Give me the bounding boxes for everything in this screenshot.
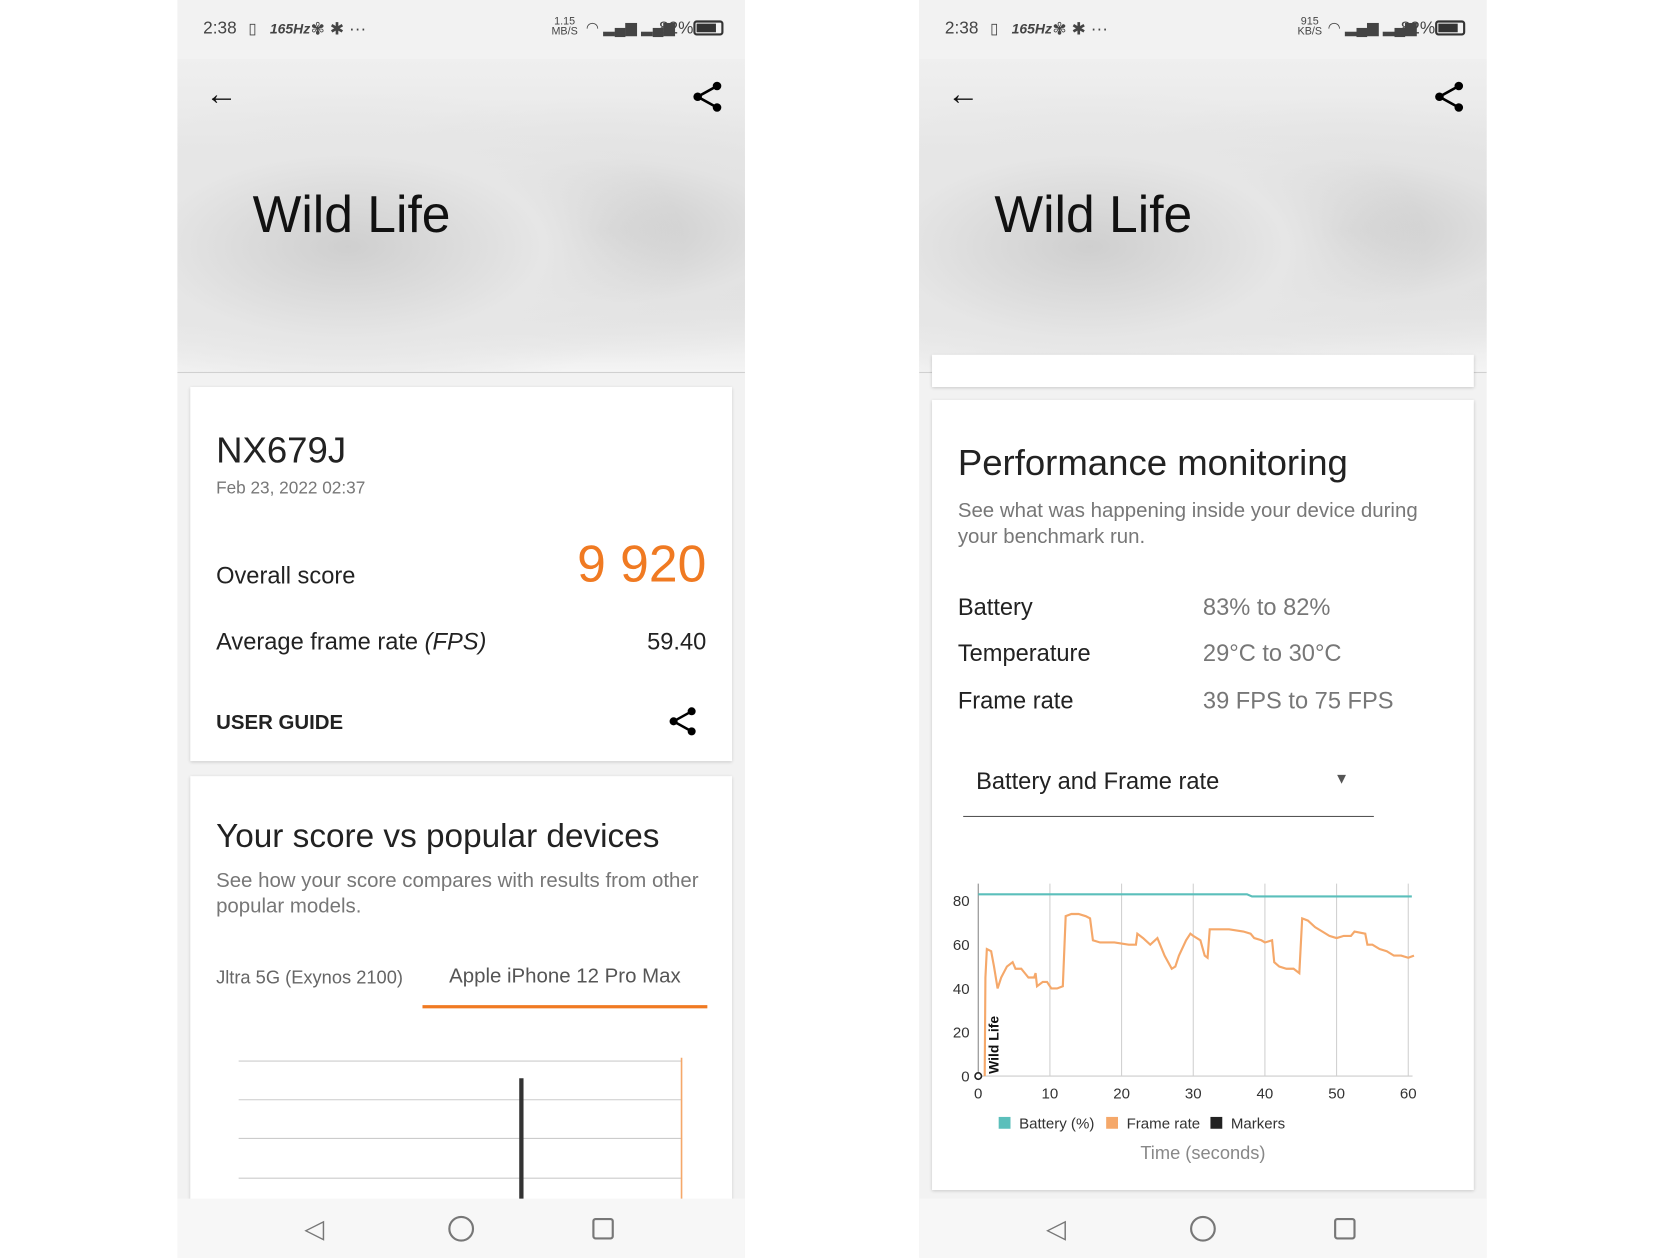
x-tick-label: 40 bbox=[1257, 1086, 1274, 1103]
overall-score-label: Overall score bbox=[216, 562, 356, 590]
battery-percent: 82% bbox=[1400, 19, 1436, 38]
nav-bar: ◁ bbox=[177, 1198, 745, 1258]
nav-home-icon[interactable] bbox=[448, 1215, 475, 1242]
fps-value: 59.40 bbox=[647, 627, 707, 655]
fps-label-text: Average frame rate bbox=[216, 627, 425, 655]
y-tick-label: 0 bbox=[961, 1068, 969, 1085]
legend-swatch bbox=[998, 1116, 1011, 1129]
header-image: ← Wild Life bbox=[919, 59, 1487, 374]
back-arrow-icon[interactable]: ← bbox=[205, 76, 237, 113]
page-title: Wild Life bbox=[252, 187, 451, 245]
framerate-line bbox=[983, 912, 1415, 1077]
performance-chart: 0 10 20 30 40 50 60 0 20 40 60 80 Wild Life Battery (… bbox=[953, 883, 1417, 1163]
legend-label: Battery (%) bbox=[1019, 1116, 1094, 1133]
chevron-down-icon: ▼ bbox=[1334, 769, 1349, 787]
nav-recents-icon[interactable] bbox=[1334, 1217, 1356, 1240]
battery-icon bbox=[693, 20, 724, 36]
vibrate-icon: ▯ bbox=[990, 19, 999, 37]
back-arrow-icon[interactable]: ← bbox=[947, 76, 979, 113]
legend-swatch bbox=[1106, 1116, 1118, 1129]
status-time: 2:38 bbox=[203, 19, 237, 38]
net-speed-unit: MB/S bbox=[551, 25, 578, 38]
nav-recents-icon[interactable] bbox=[592, 1217, 614, 1240]
nav-back-icon[interactable]: ◁ bbox=[1046, 1214, 1066, 1245]
battery-icon bbox=[1435, 20, 1466, 36]
share-icon[interactable] bbox=[691, 81, 723, 113]
temperature-label: Temperature bbox=[957, 639, 1091, 667]
device-name: NX679J bbox=[216, 430, 347, 471]
header-image: ← Wild Life bbox=[177, 59, 745, 374]
marker-origin bbox=[974, 1072, 983, 1081]
y-tick-label: 60 bbox=[953, 937, 970, 954]
temperature-value: 29°C to 30°C bbox=[1202, 639, 1342, 667]
refresh-rate: 165Hz bbox=[1011, 20, 1052, 37]
legend-label: Markers bbox=[1231, 1116, 1285, 1133]
net-speed: 1.15 MB/S bbox=[551, 17, 578, 38]
battery-percent: 82% bbox=[658, 19, 694, 38]
legend-swatch bbox=[1210, 1116, 1223, 1129]
framerate-value: 39 FPS to 75 FPS bbox=[1202, 686, 1394, 714]
net-speed-unit: KB/S bbox=[1297, 25, 1323, 38]
page-title: Wild Life bbox=[994, 187, 1193, 245]
status-bar: 2:38 ▯ 165Hz ✾ ✱ ··· 1.15 MB/S ◠ ▂▄▆ ▂▄▆ … bbox=[177, 0, 745, 60]
dropdown-value: Battery and Frame rate bbox=[976, 767, 1220, 795]
x-axis-title: Time (seconds) bbox=[1140, 1142, 1265, 1163]
battery-line bbox=[978, 893, 1412, 898]
battery-value: 83% to 82% bbox=[1202, 593, 1331, 621]
compare-chart bbox=[238, 1057, 683, 1207]
performance-card: Performance monitoring See what was happ… bbox=[932, 399, 1474, 1191]
user-guide-link[interactable]: USER GUIDE bbox=[216, 712, 343, 736]
x-tick-label: 50 bbox=[1328, 1086, 1345, 1103]
x-tick-label: 10 bbox=[1042, 1086, 1059, 1103]
fan-bluetooth-icons: ✾ ✱ ··· bbox=[310, 20, 367, 39]
share-icon[interactable] bbox=[668, 705, 698, 737]
right-screen: 2:38 ▯ 165Hz ✾ ✱ ··· 915 KB/S ◠ ▂▄▆ ▂▄▆ 8… bbox=[919, 0, 1487, 1258]
refresh-rate: 165Hz bbox=[269, 20, 311, 37]
fps-unit: (FPS) bbox=[424, 627, 487, 655]
vibrate-icon: ▯ bbox=[248, 19, 257, 37]
nav-back-icon[interactable]: ◁ bbox=[304, 1214, 324, 1245]
status-time: 2:38 bbox=[944, 19, 979, 38]
result-date: Feb 23, 2022 02:37 bbox=[216, 479, 366, 498]
compare-card: Your score vs popular devices See how yo… bbox=[190, 776, 733, 1228]
left-screen: 2:38 ▯ 165Hz ✾ ✱ ··· 1.15 MB/S ◠ ▂▄▆ ▂▄▆ … bbox=[177, 0, 745, 1258]
legend-label: Frame rate bbox=[1127, 1116, 1201, 1133]
status-bar: 2:38 ▯ 165Hz ✾ ✱ ··· 915 KB/S ◠ ▂▄▆ ▂▄▆ 8… bbox=[919, 0, 1487, 60]
overall-score-value: 9 920 bbox=[577, 536, 707, 594]
x-tick-label: 0 bbox=[974, 1086, 982, 1103]
result-card: NX679J Feb 23, 2022 02:37 Overall score … bbox=[190, 387, 733, 762]
y-tick-label: 80 bbox=[953, 893, 970, 910]
compare-subtitle: See how your score compares with results… bbox=[216, 869, 699, 919]
nav-home-icon[interactable] bbox=[1190, 1215, 1216, 1242]
y-tick-label: 40 bbox=[953, 981, 970, 998]
x-tick-label: 30 bbox=[1185, 1086, 1202, 1103]
share-icon[interactable] bbox=[1433, 81, 1465, 113]
framerate-label: Frame rate bbox=[957, 686, 1074, 714]
battery-label: Battery bbox=[957, 593, 1033, 621]
tab-device[interactable]: Jltra 5G (Exynos 2100) bbox=[216, 968, 403, 990]
previous-card-edge bbox=[932, 354, 1474, 388]
nav-bar: ◁ bbox=[919, 1198, 1487, 1258]
chart-type-dropdown[interactable]: Battery and Frame rate ▼ bbox=[963, 755, 1374, 818]
x-tick-label: 60 bbox=[1400, 1086, 1417, 1103]
tab-device-selected[interactable]: Apple iPhone 12 Pro Max bbox=[422, 965, 708, 1009]
marker-label: Wild Life bbox=[985, 1016, 1001, 1074]
x-tick-label: 20 bbox=[1113, 1086, 1130, 1103]
net-speed: 915 KB/S bbox=[1297, 17, 1323, 38]
fan-bluetooth-icons: ✾ ✱ ··· bbox=[1052, 20, 1108, 39]
perf-subtitle: See what was happening inside your devic… bbox=[957, 499, 1418, 549]
compare-title: Your score vs popular devices bbox=[216, 817, 660, 855]
perf-title: Performance monitoring bbox=[957, 442, 1348, 484]
y-tick-label: 20 bbox=[953, 1025, 970, 1042]
fps-label: Average frame rate (FPS) bbox=[216, 628, 486, 656]
